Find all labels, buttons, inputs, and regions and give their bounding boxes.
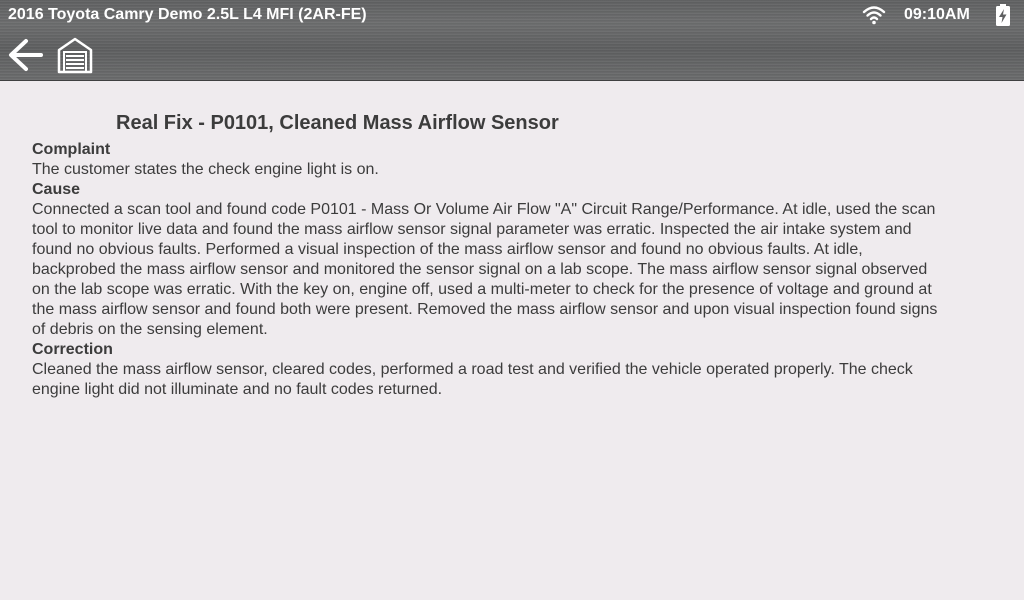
real-fix-report: Real Fix - P0101, Cleaned Mass Airflow S… [32,110,942,400]
correction-heading: Correction [32,341,113,358]
back-arrow-icon [9,39,43,71]
vehicle-title: 2016 Toyota Camry Demo 2.5L L4 MFI (2AR-… [8,6,367,23]
back-button[interactable] [6,36,44,74]
home-button[interactable] [56,36,94,74]
report-title: Real Fix - P0101, Cleaned Mass Airflow S… [116,112,559,134]
status-bar: 2016 Toyota Camry Demo 2.5L L4 MFI (2AR-… [0,0,1024,30]
wifi-icon [862,6,886,25]
complaint-heading: Complaint [32,141,111,158]
garage-home-icon [57,37,93,74]
nav-bar [0,32,1024,78]
cause-heading: Cause [32,181,81,198]
battery-charging-icon [996,4,1010,26]
correction-text: Cleaned the mass airflow sensor, cleared… [32,361,913,398]
complaint-text: The customer states the check engine lig… [32,161,379,178]
cause-text: Connected a scan tool and found code P01… [32,201,938,338]
clock: 09:10AM [904,6,970,23]
header-bar: 2016 Toyota Camry Demo 2.5L L4 MFI (2AR-… [0,0,1024,81]
